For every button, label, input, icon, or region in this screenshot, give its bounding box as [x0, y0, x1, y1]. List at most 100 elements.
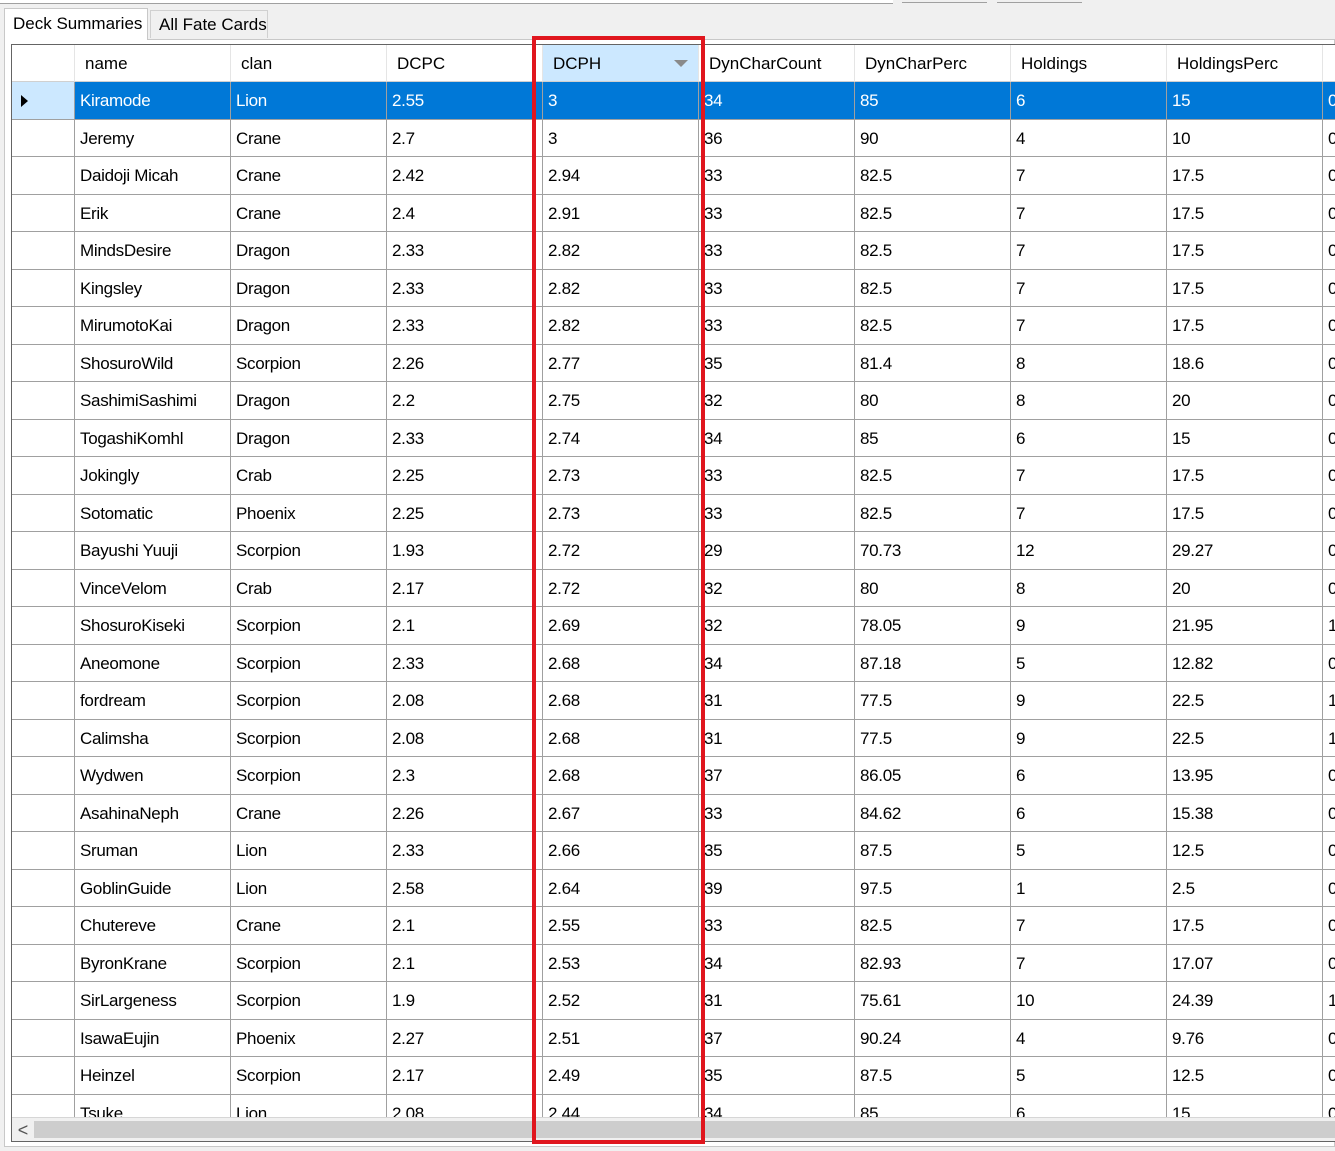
cell-holdingsperc[interactable]: 17.5 — [1167, 457, 1323, 495]
cell-holdingsperc[interactable]: 17.5 — [1167, 494, 1323, 532]
cell-dcph[interactable]: 2.82 — [543, 269, 699, 307]
cell-dyncharcount[interactable]: 31 — [699, 719, 855, 757]
cell-name[interactable]: AsahinaNeph — [75, 794, 231, 832]
cell-dyncharperc[interactable]: 84.62 — [855, 794, 1011, 832]
cell-name[interactable]: Bayushi Yuuji — [75, 532, 231, 570]
cell-dyncharperc[interactable]: 77.5 — [855, 682, 1011, 720]
table-row[interactable]: SrumanLion2.332.663587.5512.50 — [12, 832, 1335, 870]
table-row[interactable]: SashimiSashimiDragon2.22.7532808200 — [12, 382, 1335, 420]
cell-name[interactable]: ShosuroWild — [75, 344, 231, 382]
cell-next[interactable]: 0 — [1323, 270, 1335, 307]
row-header[interactable] — [12, 757, 75, 795]
row-header[interactable] — [12, 269, 75, 307]
tab-all-fate-cards[interactable]: All Fate Cards — [150, 10, 268, 38]
cell-name[interactable]: TogashiKomhl — [75, 419, 231, 457]
cell-holdings[interactable]: 7 — [1011, 232, 1167, 270]
cell-dcph[interactable]: 2.53 — [543, 944, 699, 982]
cell-clan[interactable]: Crane — [231, 157, 387, 195]
cell-dyncharperc[interactable]: 87.5 — [855, 1057, 1011, 1095]
cell-clan[interactable]: Lion — [231, 832, 387, 870]
cell-name[interactable]: MindsDesire — [75, 232, 231, 270]
top-button-1[interactable] — [902, 0, 987, 3]
cell-dcpc[interactable]: 2.33 — [387, 269, 543, 307]
cell-dyncharcount[interactable]: 34 — [699, 1094, 855, 1117]
cell-dcph[interactable]: 2.49 — [543, 1057, 699, 1095]
cell-holdings[interactable]: 9 — [1011, 607, 1167, 645]
cell-next[interactable]: 0 — [1323, 1057, 1335, 1095]
cell-dyncharperc[interactable]: 80 — [855, 382, 1011, 420]
cell-dcpc[interactable]: 2.2 — [387, 382, 543, 420]
cell-name[interactable]: Sruman — [75, 832, 231, 870]
cell-holdings[interactable]: 5 — [1011, 1057, 1167, 1095]
cell-holdings[interactable]: 8 — [1011, 382, 1167, 420]
cell-dcpc[interactable]: 1.9 — [387, 982, 543, 1020]
cell-name[interactable]: Calimsha — [75, 719, 231, 757]
cell-dcpc[interactable]: 2.33 — [387, 232, 543, 270]
cell-holdingsperc[interactable]: 13.95 — [1167, 757, 1323, 795]
cell-dcph[interactable]: 2.55 — [543, 907, 699, 945]
row-header[interactable] — [12, 607, 75, 645]
cell-name[interactable]: Tsuke — [75, 1094, 231, 1117]
row-header[interactable] — [12, 869, 75, 907]
cell-name[interactable]: fordream — [75, 682, 231, 720]
cell-holdings[interactable]: 1 — [1011, 869, 1167, 907]
cell-dcpc[interactable]: 2.33 — [387, 832, 543, 870]
cell-dyncharcount[interactable]: 33 — [699, 794, 855, 832]
cell-clan[interactable]: Lion — [231, 1094, 387, 1117]
cell-next[interactable]: 1 — [1323, 982, 1335, 1020]
cell-dcph[interactable]: 2.52 — [543, 982, 699, 1020]
scrollbar-thumb[interactable] — [34, 1121, 1335, 1138]
cell-holdings[interactable]: 9 — [1011, 682, 1167, 720]
cell-clan[interactable]: Scorpion — [231, 344, 387, 382]
cell-dyncharperc[interactable]: 82.5 — [855, 157, 1011, 195]
cell-dcph[interactable]: 2.74 — [543, 419, 699, 457]
cell-holdingsperc[interactable]: 17.5 — [1167, 907, 1323, 945]
table-row[interactable]: ErikCrane2.42.913382.5717.50 — [12, 194, 1335, 232]
cell-dcph[interactable]: 2.51 — [543, 1019, 699, 1057]
cell-dyncharperc[interactable]: 82.5 — [855, 494, 1011, 532]
cell-dyncharcount[interactable]: 34 — [699, 944, 855, 982]
column-header-dcph[interactable]: DCPH — [543, 45, 699, 82]
table-row[interactable]: IsawaEujinPhoenix2.272.513790.2449.760 — [12, 1019, 1335, 1057]
cell-holdings[interactable]: 5 — [1011, 644, 1167, 682]
table-row[interactable]: CalimshaScorpion2.082.683177.5922.51 — [12, 719, 1335, 757]
cell-dyncharcount[interactable]: 37 — [699, 1019, 855, 1057]
cell-holdings[interactable]: 7 — [1011, 157, 1167, 195]
cell-clan[interactable]: Dragon — [231, 419, 387, 457]
cell-dyncharperc[interactable]: 75.61 — [855, 982, 1011, 1020]
cell-dyncharperc[interactable]: 87.5 — [855, 832, 1011, 870]
cell-dcph[interactable]: 2.72 — [543, 532, 699, 570]
cell-dcph[interactable]: 2.72 — [543, 569, 699, 607]
cell-clan[interactable]: Crane — [231, 119, 387, 157]
cell-next[interactable]: 1 — [1323, 720, 1335, 757]
table-row[interactable]: Bayushi Yuuji Scorpion 1.93 2.72 29 70.73 12 29… — [12, 532, 1335, 570]
cell-name[interactable]: Sotomatic — [75, 494, 231, 532]
table-row[interactable]: VinceVelomCrab2.172.7232808200 — [12, 569, 1335, 607]
cell-dcpc[interactable]: 2.4 — [387, 194, 543, 232]
cell-dyncharperc[interactable]: 97.5 — [855, 869, 1011, 907]
cell-dyncharperc[interactable]: 82.5 — [855, 907, 1011, 945]
cell-dyncharcount[interactable]: 33 — [699, 232, 855, 270]
cell-dyncharcount[interactable]: 32 — [699, 607, 855, 645]
cell-dyncharperc[interactable]: 82.5 — [855, 194, 1011, 232]
cell-dyncharperc[interactable]: 78.05 — [855, 607, 1011, 645]
row-header[interactable] — [12, 82, 75, 120]
cell-clan[interactable]: Lion — [231, 869, 387, 907]
table-row[interactable]: SotomaticPhoenix2.252.733382.5717.50 — [12, 494, 1335, 532]
cell-dyncharperc[interactable]: 82.5 — [855, 457, 1011, 495]
cell-dyncharcount[interactable]: 33 — [699, 907, 855, 945]
cell-holdingsperc[interactable]: 9.76 — [1167, 1019, 1323, 1057]
cell-name[interactable]: MirumotoKai — [75, 307, 231, 345]
cell-dcph[interactable]: 2.82 — [543, 232, 699, 270]
cell-name[interactable]: Jokingly — [75, 457, 231, 495]
cell-name[interactable]: Daidoji Micah — [75, 157, 231, 195]
cell-holdingsperc[interactable]: 15 — [1167, 82, 1323, 120]
cell-dyncharcount[interactable]: 33 — [699, 457, 855, 495]
cell-dcph[interactable]: 2.94 — [543, 157, 699, 195]
cell-next[interactable]: 0 — [1323, 1095, 1335, 1118]
column-header-dcpc[interactable]: DCPC — [387, 45, 543, 82]
cell-dcpc[interactable]: 2.08 — [387, 719, 543, 757]
cell-holdings[interactable]: 9 — [1011, 719, 1167, 757]
cell-next[interactable]: 0 — [1323, 645, 1335, 682]
cell-next[interactable]: 0 — [1323, 195, 1335, 232]
